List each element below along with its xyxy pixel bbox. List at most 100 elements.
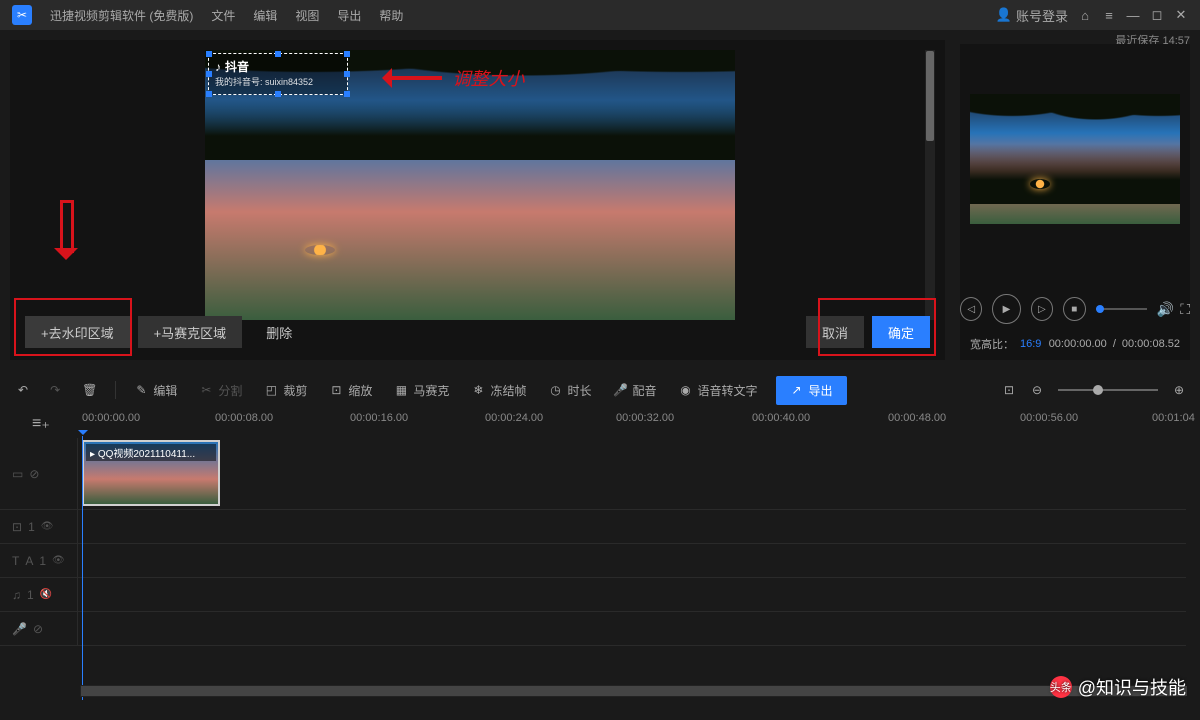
home-icon[interactable]: ⌂ xyxy=(1078,8,1092,22)
stt-icon: ◉ xyxy=(678,383,692,397)
time-ruler[interactable]: 00:00:00.00 00:00:08.00 00:00:16.00 00:0… xyxy=(0,408,1200,438)
play-button[interactable]: ▶ xyxy=(992,294,1020,324)
export-icon: ↗ xyxy=(790,383,804,397)
stop-button[interactable]: ■ xyxy=(1063,297,1085,321)
music-track-icon: ♫ xyxy=(12,588,21,602)
delete-button[interactable]: 删除 xyxy=(250,316,308,348)
crop-icon: ◰ xyxy=(264,383,278,397)
preview-area: ♪抖音 我的抖音号: suixin84352 调整大小 +去水印区域 +马赛克区… xyxy=(10,40,945,360)
app-title: 迅捷视频剪辑软件 (免费版) xyxy=(50,7,193,24)
zoom-slider[interactable] xyxy=(1058,389,1158,391)
duration-tool[interactable]: ◷时长 xyxy=(544,379,595,402)
split-tool[interactable]: ✂分割 xyxy=(195,379,246,402)
app-logo: ✂ xyxy=(12,5,32,25)
freeze-icon: ❄ xyxy=(471,383,485,397)
clip-icon: ▸ xyxy=(90,449,95,460)
mic-track-icon: 🎤 xyxy=(12,622,27,636)
handle-top-left[interactable] xyxy=(206,51,212,57)
menu-export[interactable]: 导出 xyxy=(337,7,361,24)
playhead[interactable] xyxy=(82,436,83,700)
text-track-icon: T xyxy=(12,554,19,568)
right-preview-panel: ◁ ▶ ▷ ■ 🔊 ⛶ 宽高比： 16:9 00:00:00.00 / 00:0… xyxy=(960,44,1190,360)
mute-icon[interactable]: 🔇 xyxy=(40,589,52,600)
menu-view[interactable]: 视图 xyxy=(295,7,319,24)
export-button[interactable]: ↗导出 xyxy=(776,376,847,405)
video-track-icon: ▭ xyxy=(12,467,23,481)
zoom-icon: ⊡ xyxy=(329,383,343,397)
hamburger-icon[interactable]: ≡ xyxy=(1102,8,1116,22)
handle-bottom-right[interactable] xyxy=(344,91,350,97)
annotation-box-remove-wm xyxy=(14,298,132,356)
freeze-tool[interactable]: ❄冻结帧 xyxy=(467,379,530,402)
visibility-icon[interactable]: 👁 xyxy=(52,555,65,566)
scrollbar-thumb[interactable] xyxy=(926,51,934,141)
mosaic-region-button[interactable]: +马赛克区域 xyxy=(138,316,243,348)
handle-bottom[interactable] xyxy=(275,91,281,97)
image-track[interactable]: ⊡1👁 xyxy=(0,510,1186,544)
minimize-icon[interactable]: — xyxy=(1126,8,1140,22)
fit-icon[interactable]: ⊡ xyxy=(1002,383,1016,397)
mosaic-icon: ▦ xyxy=(394,383,408,397)
scissors-icon: ✂ xyxy=(199,383,213,397)
titlebar: ✂ 迅捷视频剪辑软件 (免费版) 文件 编辑 视图 导出 帮助 👤账号登录 ⌂ … xyxy=(0,0,1200,30)
prev-frame-button[interactable]: ◁ xyxy=(960,297,982,321)
annotation-arrow-down xyxy=(50,200,80,270)
mic-icon: 🎤 xyxy=(613,383,627,397)
pencil-icon: ✎ xyxy=(134,383,148,397)
redo-button[interactable]: ↷ xyxy=(46,380,64,400)
close-icon[interactable]: ✕ xyxy=(1174,8,1188,22)
text-track[interactable]: TA1👁 xyxy=(0,544,1186,578)
edit-tool[interactable]: ✎编辑 xyxy=(130,379,181,402)
fullscreen-icon[interactable]: ⛶ xyxy=(1180,301,1190,318)
handle-right[interactable] xyxy=(344,71,350,77)
handle-top[interactable] xyxy=(275,51,281,57)
timeline-scrollbar[interactable] xyxy=(80,685,1186,697)
speech-to-text-tool[interactable]: ◉语音转文字 xyxy=(674,379,761,402)
video-clip[interactable]: ▸ QQ视频2021110411... xyxy=(82,440,220,506)
dub-tool[interactable]: 🎤配音 xyxy=(609,379,660,402)
dialog-buttons: +去水印区域 +马赛克区域 删除 取消 确定 xyxy=(25,316,930,348)
voiceover-track[interactable]: 🎤⊘ xyxy=(0,612,1186,646)
annotation-box-confirm xyxy=(818,298,936,356)
handle-left[interactable] xyxy=(206,71,212,77)
menu-help[interactable]: 帮助 xyxy=(379,7,403,24)
timeline: ≡₊ 00:00:00.00 00:00:08.00 00:00:16.00 0… xyxy=(0,408,1200,700)
next-frame-button[interactable]: ▷ xyxy=(1031,297,1053,321)
handle-bottom-left[interactable] xyxy=(206,91,212,97)
menu-file[interactable]: 文件 xyxy=(211,7,235,24)
footer-watermark: 头条 @知识与技能 xyxy=(1050,674,1186,700)
login-button[interactable]: 👤账号登录 xyxy=(997,6,1068,25)
maximize-icon[interactable]: ◻ xyxy=(1150,8,1164,22)
time-current: 00:00:00.00 xyxy=(1049,338,1107,350)
clip-label: ▸ QQ视频2021110411... xyxy=(86,444,216,461)
delete-clip-button[interactable]: 🗑 xyxy=(78,380,101,400)
watermark-selection[interactable]: ♪抖音 我的抖音号: suixin84352 xyxy=(208,53,348,95)
annotation-resize: 调整大小 xyxy=(372,65,525,91)
aspect-ratio-value[interactable]: 16:9 xyxy=(1020,338,1041,350)
time-total: 00:00:08.52 xyxy=(1122,338,1180,350)
image-track-icon: ⊡ xyxy=(12,520,22,534)
audio-track[interactable]: ♫1🔇 xyxy=(0,578,1186,612)
undo-button[interactable]: ↶ xyxy=(14,380,32,400)
clock-icon: ◷ xyxy=(548,383,562,397)
menu-edit[interactable]: 编辑 xyxy=(253,7,277,24)
edit-toolbar: ↶ ↷ 🗑 ✎编辑 ✂分割 ◰裁剪 ⊡缩放 ▦马赛克 ❄冻结帧 ◷时长 🎤配音 … xyxy=(0,372,1200,408)
preview-scrollbar[interactable] xyxy=(925,50,935,320)
handle-top-right[interactable] xyxy=(344,51,350,57)
zoom-in-icon[interactable]: ⊕ xyxy=(1172,383,1186,397)
aspect-ratio-row: 宽高比： 16:9 00:00:00.00 / 00:00:08.52 xyxy=(970,336,1180,352)
lock-icon[interactable]: ⊘ xyxy=(33,622,43,636)
crop-tool[interactable]: ◰裁剪 xyxy=(260,379,311,402)
user-icon: 👤 xyxy=(997,8,1011,22)
lock-icon[interactable]: ⊘ xyxy=(29,467,39,481)
volume-icon[interactable]: 🔊 xyxy=(1157,301,1174,318)
toutiao-logo: 头条 xyxy=(1050,676,1072,698)
visibility-icon[interactable]: 👁 xyxy=(41,521,54,532)
playback-controls: ◁ ▶ ▷ ■ 🔊 ⛶ xyxy=(960,294,1190,324)
zoom-out-icon[interactable]: ⊖ xyxy=(1030,383,1044,397)
mosaic-tool[interactable]: ▦马赛克 xyxy=(390,379,453,402)
playback-progress[interactable] xyxy=(1096,308,1147,310)
mini-preview[interactable] xyxy=(970,94,1180,224)
zoom-tool[interactable]: ⊡缩放 xyxy=(325,379,376,402)
douyin-icon: ♪ xyxy=(215,60,221,74)
